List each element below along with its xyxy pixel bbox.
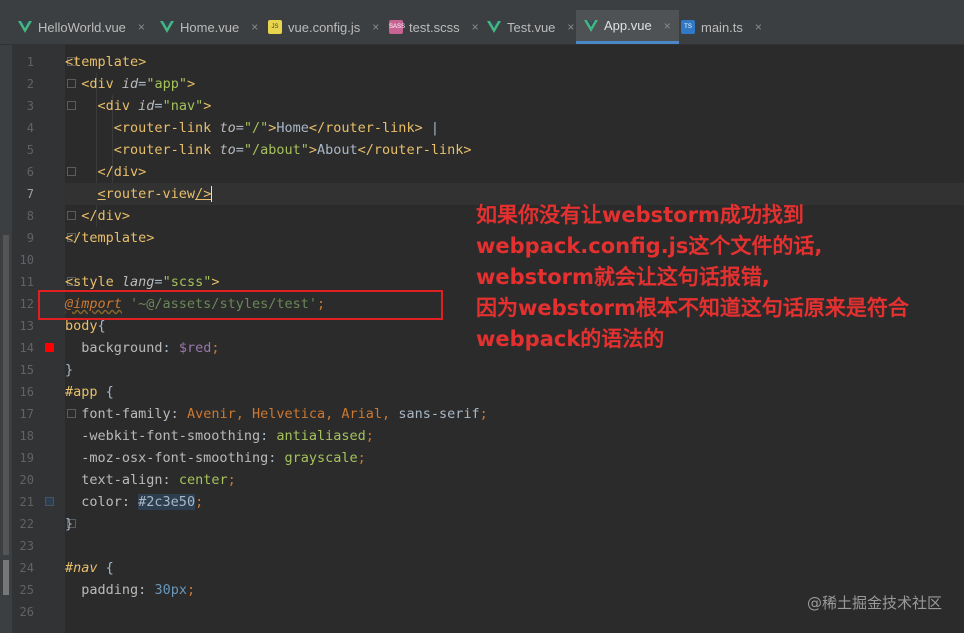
line-number: 18 [19,429,34,443]
line-number: 11 [19,275,34,289]
close-icon[interactable]: × [755,20,762,34]
code-line: color: #2c3e50; [81,494,204,510]
code-line: <router-link to="/">Home</router-link> | [113,120,439,136]
line-number: 25 [19,583,34,597]
scss-file-icon: SASS [389,20,405,34]
line-number: 1 [26,55,34,69]
tab-label: vue.config.js [288,19,361,35]
line-number: 4 [26,121,34,135]
line-number-current: 7 [26,187,34,201]
navy-color-swatch-icon[interactable] [45,497,54,506]
watermark: @稀土掘金技术社区 [806,594,942,612]
code-line: #app { [65,384,114,400]
vue-file-icon [160,21,174,33]
tab-helloworld-vue[interactable]: HelloWorld.vue × [18,10,145,44]
annotation-line: 如果你没有让webstorm成功找到 [476,203,804,227]
line-number: 20 [19,473,34,487]
code-line: font-family: Avenir, Helvetica, Arial, s… [81,406,488,422]
close-icon[interactable]: × [567,20,574,34]
code-line: #nav { [65,560,114,576]
tab-label: Test.vue [507,19,556,35]
code-line: <router-link to="/about">About</router-l… [113,142,472,158]
annotation-line: webpack的语法的 [476,327,665,351]
highlight-box [38,290,443,320]
line-number: 17 [19,407,34,421]
code-line: } [65,362,74,378]
code-line: text-align: center; [81,472,236,488]
line-number: 2 [26,77,34,91]
line-number: 8 [26,209,34,223]
js-file-icon: JS [268,20,282,34]
tab-label: test.scss [409,19,460,35]
tab-vue-config-js[interactable]: JS vue.config.js × [268,10,379,44]
line-number: 14 [19,341,34,355]
annotation-line: webstorm就会让这句话报错, [476,265,770,289]
line-number: 24 [19,561,34,575]
line-number: 23 [19,539,34,553]
annotation-line: webpack.config.js这个文件的话, [476,234,823,258]
close-icon[interactable]: × [251,20,258,34]
line-number: 12 [19,297,34,311]
line-number: 6 [26,165,34,179]
line-number: 13 [19,319,34,333]
tab-test-vue[interactable]: Test.vue × [487,10,574,44]
text-cursor [211,186,221,202]
red-color-swatch-icon[interactable] [45,343,54,352]
line-number: 15 [19,363,34,377]
tab-main-ts[interactable]: TS main.ts × [681,10,762,44]
line-number: 16 [19,385,34,399]
line-number: 26 [19,605,34,619]
scroll-marker [3,235,9,555]
tab-home-vue[interactable]: Home.vue × [160,10,258,44]
code-line: <div id="app"> [81,76,196,92]
line-number: 9 [26,231,34,245]
line-number: 3 [26,99,34,113]
close-icon[interactable]: × [372,20,379,34]
ts-file-icon: TS [681,20,695,34]
tab-label: HelloWorld.vue [38,19,126,35]
code-line: <template> [65,54,147,70]
annotation-line: 因为webstorm根本不知道这句话原来是符合 [476,296,909,320]
left-tool-strip [0,45,12,633]
vue-file-icon [18,21,32,33]
tab-label: Home.vue [180,19,240,35]
annotation-text: 如果你没有让webstorm成功找到 webpack.config.js这个文件… [476,200,956,355]
tab-test-scss[interactable]: SASS test.scss × [389,10,479,44]
tab-app-vue[interactable]: App.vue × [576,10,679,44]
code-line: -moz-osx-font-smoothing: grayscale; [81,450,366,466]
line-number: 22 [19,517,34,531]
tab-label: App.vue [604,18,652,33]
code-line: } [65,516,74,532]
code-line: <div id="nav"> [97,98,212,114]
vue-file-icon [487,21,501,33]
scroll-marker [3,560,9,595]
close-icon[interactable]: × [664,19,671,33]
line-number: 19 [19,451,34,465]
line-number: 21 [19,495,34,509]
line-number: 10 [19,253,34,267]
vue-file-icon [584,19,598,32]
line-number: 5 [26,143,34,157]
line-number-gutter: 1 2 3 4 5 6 7 8 9 10 11 12 13 14 15 16 1… [12,45,76,633]
close-icon[interactable]: × [138,20,145,34]
close-icon[interactable]: × [472,20,479,34]
tab-label: main.ts [701,19,743,35]
code-line: -webkit-font-smoothing: antialiased; [81,428,374,444]
editor-tab-bar: HelloWorld.vue × Home.vue × JS vue.confi… [0,0,964,45]
code-line: </div> [97,164,147,180]
